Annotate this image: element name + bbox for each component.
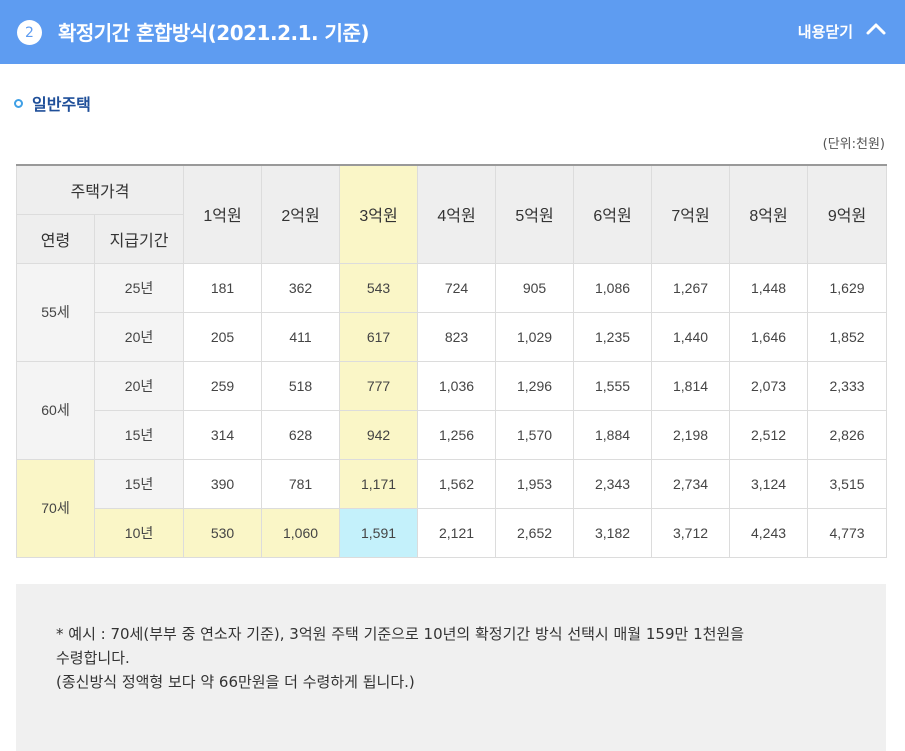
note-line: * 예시 : 70세(부부 중 연소자 기준), 3억원 주택 기준으로 10년…	[56, 625, 745, 643]
value-cell: 617	[339, 311, 419, 362]
table-row: 60세 20년 259 518 777 1,036 1,296 1,555 1,…	[16, 360, 888, 460]
period-cell-highlight: 10년	[93, 507, 185, 558]
price-header: 2억원	[261, 164, 341, 264]
value-cell: 777	[339, 360, 419, 411]
header-age: 연령	[16, 213, 95, 264]
value-cell: 3,712	[651, 507, 731, 558]
period-cell: 25년	[93, 262, 185, 313]
value-cell: 390	[183, 458, 263, 509]
value-cell: 724	[417, 262, 497, 313]
value-cell: 1,448	[729, 262, 809, 313]
value-cell: 823	[417, 311, 497, 362]
period-cell: 15년	[93, 409, 185, 460]
value-cell: 1,953	[495, 458, 575, 509]
table-row: 70세 15년 390 781 1,171 1,562 1,953 2,343 …	[16, 458, 888, 558]
value-cell: 1,562	[417, 458, 497, 509]
value-cell: 1,235	[573, 311, 653, 362]
section-heading: 확정기간 혼합방식(2021.2.1. 기준)	[58, 21, 370, 45]
table-row: 15년 314 628 942 1,256 1,570 1,884 2,198 …	[17, 409, 888, 460]
price-header-highlight: 3억원	[339, 164, 419, 264]
value-cell: 942	[339, 409, 419, 460]
value-cell: 1,267	[651, 262, 731, 313]
value-cell: 2,073	[729, 360, 809, 411]
value-cell: 628	[261, 409, 341, 460]
header-period: 지급기간	[93, 213, 185, 264]
period-cell: 15년	[93, 458, 185, 509]
value-cell: 1,646	[729, 311, 809, 362]
table-row: 55세 25년 181 362 543 724 905 1,086 1,267 …	[16, 262, 888, 362]
value-cell: 518	[261, 360, 341, 411]
age-cell: 55세	[16, 262, 95, 362]
value-cell-selected: 1,591	[339, 507, 419, 558]
value-cell: 1,884	[573, 409, 653, 460]
price-header: 4억원	[417, 164, 497, 264]
value-cell: 1,171	[339, 458, 419, 509]
period-cell: 20년	[93, 360, 185, 411]
value-cell: 2,121	[417, 507, 497, 558]
value-cell: 1,036	[417, 360, 497, 411]
example-note: * 예시 : 70세(부부 중 연소자 기준), 3억원 주택 기준으로 10년…	[16, 584, 886, 751]
subsection-title-text: 일반주택	[32, 95, 91, 114]
value-cell: 2,512	[729, 409, 809, 460]
value-cell: 3,124	[729, 458, 809, 509]
value-cell: 1,570	[495, 409, 575, 460]
collapse-button[interactable]: 내용닫기	[798, 18, 887, 44]
value-cell: 905	[495, 262, 575, 313]
value-cell: 1,852	[807, 311, 888, 362]
price-header: 9억원	[807, 164, 888, 264]
chevron-up-icon	[865, 18, 887, 44]
value-cell: 1,629	[807, 262, 888, 313]
price-header: 7억원	[651, 164, 731, 264]
payment-table: 주택가격 1억원 2억원 3억원 4억원 5억원 6억원 7억원 8억원 9억원…	[15, 164, 888, 558]
value-cell: 411	[261, 311, 341, 362]
value-cell: 1,086	[573, 262, 653, 313]
value-cell: 1,060	[261, 507, 341, 558]
value-cell: 1,029	[495, 311, 575, 362]
value-cell: 1,296	[495, 360, 575, 411]
value-cell: 543	[339, 262, 419, 313]
note-line: 수령합니다.	[56, 649, 130, 667]
value-cell: 4,773	[807, 507, 888, 558]
value-cell: 4,243	[729, 507, 809, 558]
note-line: (종신방식 정액형 보다 약 66만원을 더 수령하게 됩니다.)	[56, 673, 415, 691]
value-cell: 2,343	[573, 458, 653, 509]
age-cell-highlight: 70세	[16, 458, 95, 558]
age-cell: 60세	[16, 360, 95, 460]
value-cell: 1,555	[573, 360, 653, 411]
value-cell: 1,256	[417, 409, 497, 460]
unit-label: (단위:천원)	[822, 137, 885, 152]
value-cell: 2,198	[651, 409, 731, 460]
value-cell: 3,182	[573, 507, 653, 558]
value-cell: 2,826	[807, 409, 888, 460]
value-cell: 181	[183, 262, 263, 313]
header-price: 주택가격	[15, 164, 185, 215]
value-cell: 2,333	[807, 360, 888, 411]
subsection-title: 일반주택	[14, 91, 91, 115]
value-cell: 314	[183, 409, 263, 460]
price-header: 6억원	[573, 164, 653, 264]
price-header: 8억원	[729, 164, 809, 264]
value-cell: 530	[183, 507, 263, 558]
value-cell: 362	[261, 262, 341, 313]
period-cell: 20년	[93, 311, 185, 362]
circle-bullet-icon	[14, 98, 23, 108]
value-cell: 1,814	[651, 360, 731, 411]
collapse-label: 내용닫기	[797, 22, 853, 41]
price-header: 1억원	[183, 164, 263, 264]
value-cell: 205	[183, 311, 263, 362]
table-row: 20년 205 411 617 823 1,029 1,235 1,440 1,…	[17, 311, 888, 362]
value-cell: 2,652	[495, 507, 575, 558]
value-cell: 781	[261, 458, 341, 509]
value-cell: 1,440	[651, 311, 731, 362]
value-cell: 259	[183, 360, 263, 411]
section-header: 2 확정기간 혼합방식(2021.2.1. 기준) 내용닫기	[0, 0, 905, 64]
table-row: 10년 530 1,060 1,591 2,121 2,652 3,182 3,…	[17, 507, 888, 558]
value-cell: 3,515	[807, 458, 888, 509]
section-number-badge: 2	[17, 20, 42, 45]
value-cell: 2,734	[651, 458, 731, 509]
price-header: 5억원	[495, 164, 575, 264]
